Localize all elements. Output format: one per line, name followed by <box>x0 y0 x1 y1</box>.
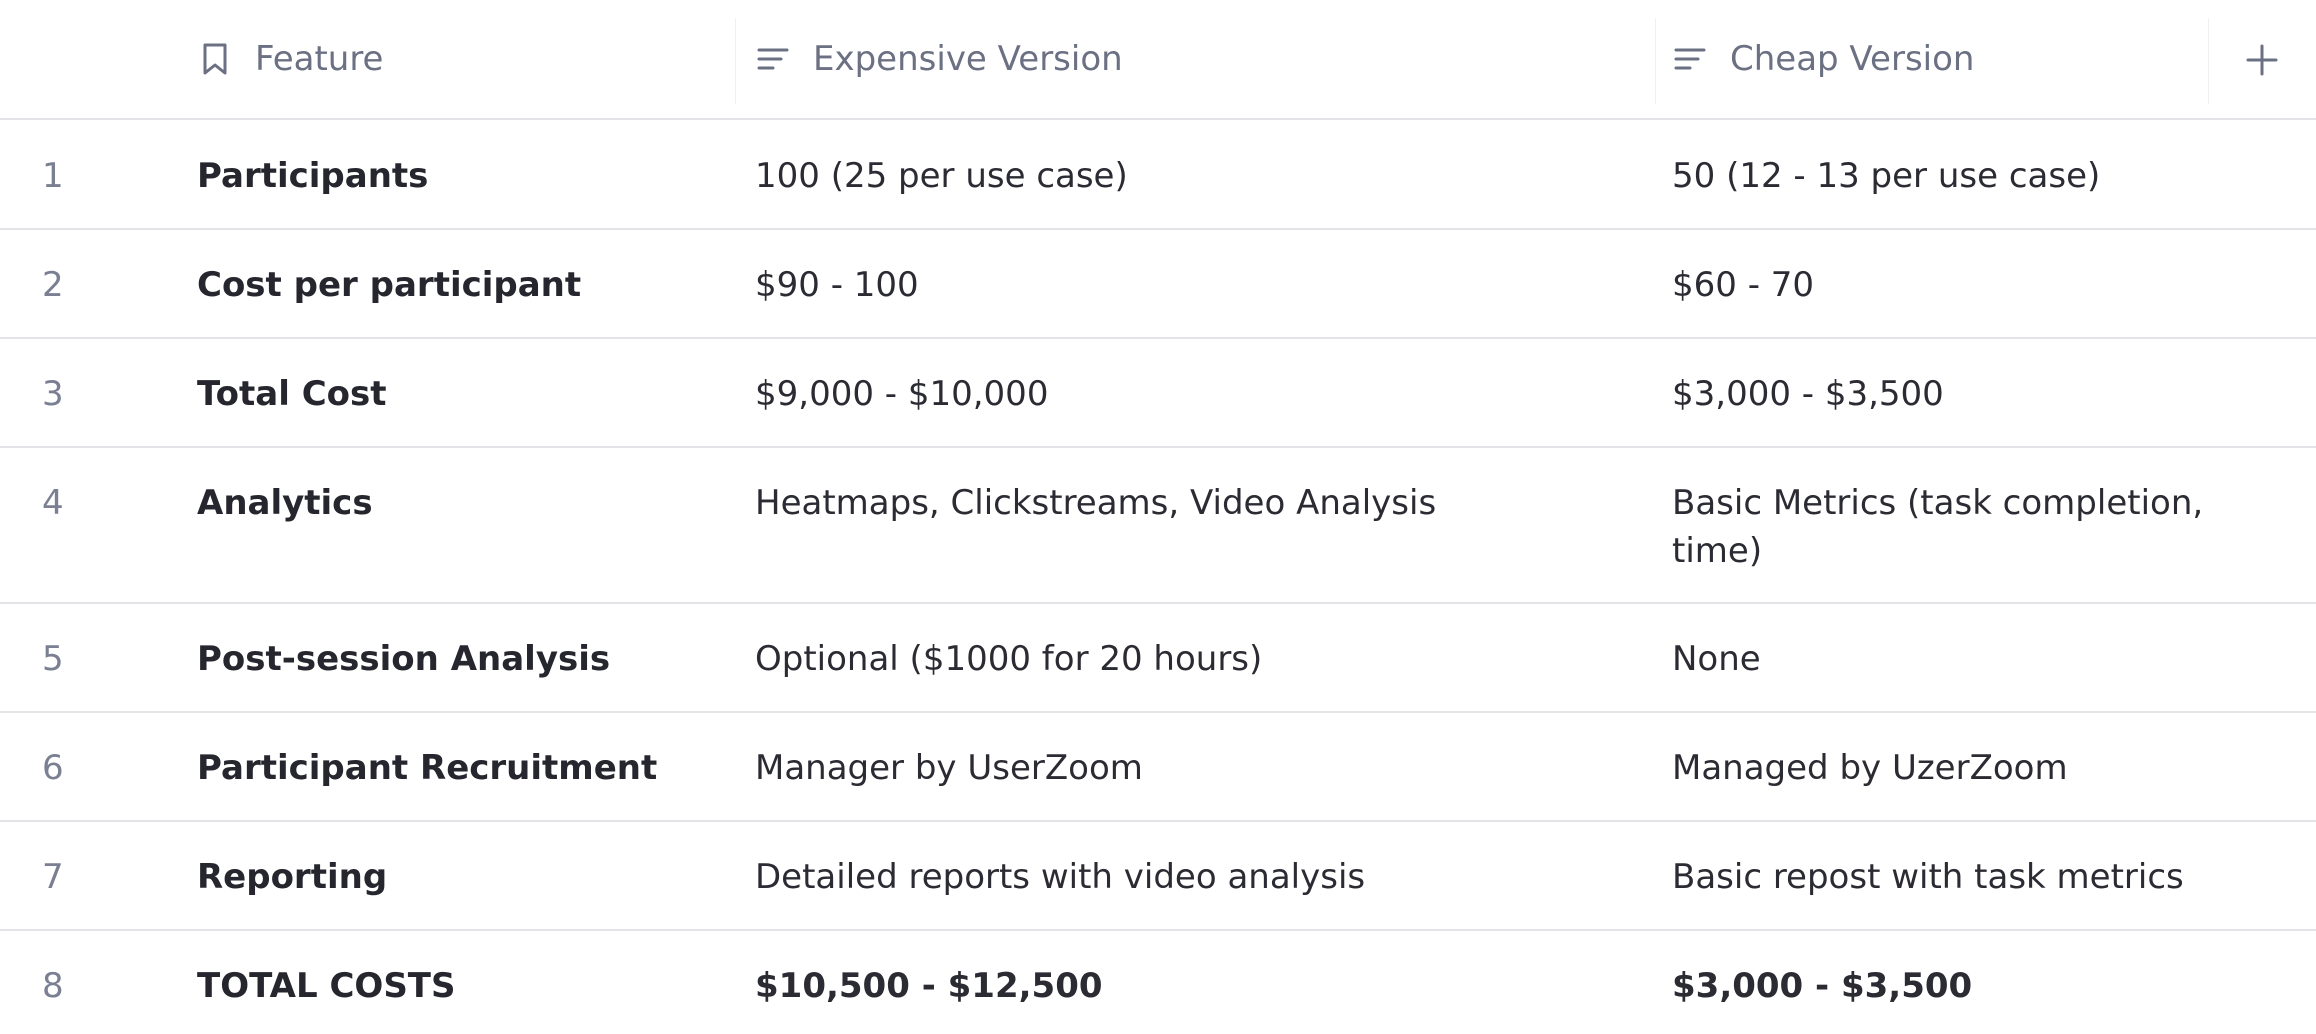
cheap-cell[interactable]: Basic Metrics (task completion, time) <box>1672 447 2212 575</box>
table-header: Feature Expensive Version Cheap Version <box>0 0 2316 120</box>
text-lines-icon <box>755 41 791 77</box>
cheap-cell[interactable]: 50 (12 - 13 per use case) <box>1672 120 2212 200</box>
column-header-label: Expensive Version <box>813 39 1123 79</box>
row-number: 8 <box>42 966 64 1006</box>
cheap-cell[interactable]: $3,000 - $3,500 <box>1672 338 2212 418</box>
row-number: 7 <box>42 857 64 897</box>
table-row[interactable]: 5 Post-session Analysis Optional ($1000 … <box>0 603 2316 713</box>
column-header-cheap[interactable]: Cheap Version <box>1672 0 1974 118</box>
table-row[interactable]: 1 Participants 100 (25 per use case) 50 … <box>0 120 2316 230</box>
table-row[interactable]: 7 Reporting Detailed reports with video … <box>0 821 2316 931</box>
row-number: 1 <box>42 156 64 196</box>
row-number: 2 <box>42 265 64 305</box>
feature-cell[interactable]: Reporting <box>197 821 387 901</box>
add-column-button[interactable] <box>2244 42 2280 78</box>
feature-cell[interactable]: Analytics <box>197 447 373 527</box>
expensive-cell[interactable]: Manager by UserZoom <box>755 712 1615 792</box>
table-row[interactable]: 2 Cost per participant $90 - 100 $60 - 7… <box>0 229 2316 339</box>
text-lines-icon <box>1672 41 1708 77</box>
table-row[interactable]: 6 Participant Recruitment Manager by Use… <box>0 712 2316 822</box>
expensive-cell[interactable]: Optional ($1000 for 20 hours) <box>755 603 1615 683</box>
column-header-expensive[interactable]: Expensive Version <box>755 0 1123 118</box>
expensive-cell[interactable]: Detailed reports with video analysis <box>755 821 1615 901</box>
column-divider[interactable] <box>2208 18 2209 104</box>
expensive-cell[interactable]: 100 (25 per use case) <box>755 120 1615 200</box>
expensive-cell[interactable]: Heatmaps, Clickstreams, Video Analysis <box>755 447 1615 527</box>
feature-cell[interactable]: Participant Recruitment <box>197 712 657 792</box>
cheap-cell[interactable]: $60 - 70 <box>1672 229 2212 309</box>
feature-cell[interactable]: Post-session Analysis <box>197 603 610 683</box>
table-row[interactable]: 4 Analytics Heatmaps, Clickstreams, Vide… <box>0 447 2316 604</box>
cheap-cell[interactable]: Basic repost with task metrics <box>1672 821 2212 901</box>
bookmark-icon <box>197 41 233 77</box>
row-number: 3 <box>42 374 64 414</box>
feature-cell[interactable]: Participants <box>197 120 428 200</box>
comparison-table: Feature Expensive Version Cheap Version … <box>0 0 2316 1034</box>
column-header-label: Cheap Version <box>1730 39 1975 79</box>
cheap-cell[interactable]: None <box>1672 603 2212 683</box>
feature-cell[interactable]: Total Cost <box>197 338 387 418</box>
cheap-cell[interactable]: $3,000 - $3,500 <box>1672 930 2212 1010</box>
table-row[interactable]: 3 Total Cost $9,000 - $10,000 $3,000 - $… <box>0 338 2316 448</box>
expensive-cell[interactable]: $9,000 - $10,000 <box>755 338 1615 418</box>
row-number: 4 <box>42 483 64 523</box>
feature-cell[interactable]: Cost per participant <box>197 229 581 309</box>
feature-cell[interactable]: TOTAL COSTS <box>197 930 456 1010</box>
row-number: 6 <box>42 748 64 788</box>
column-header-feature[interactable]: Feature <box>197 0 383 118</box>
table-row[interactable]: 8 TOTAL COSTS $10,500 - $12,500 $3,000 -… <box>0 930 2316 1034</box>
row-number: 5 <box>42 639 64 679</box>
expensive-cell[interactable]: $90 - 100 <box>755 229 1615 309</box>
column-divider[interactable] <box>735 18 736 104</box>
cheap-cell[interactable]: Managed by UzerZoom <box>1672 712 2212 792</box>
column-header-label: Feature <box>255 39 384 79</box>
plus-icon <box>2246 44 2278 76</box>
expensive-cell[interactable]: $10,500 - $12,500 <box>755 930 1615 1010</box>
column-divider[interactable] <box>1655 18 1656 104</box>
